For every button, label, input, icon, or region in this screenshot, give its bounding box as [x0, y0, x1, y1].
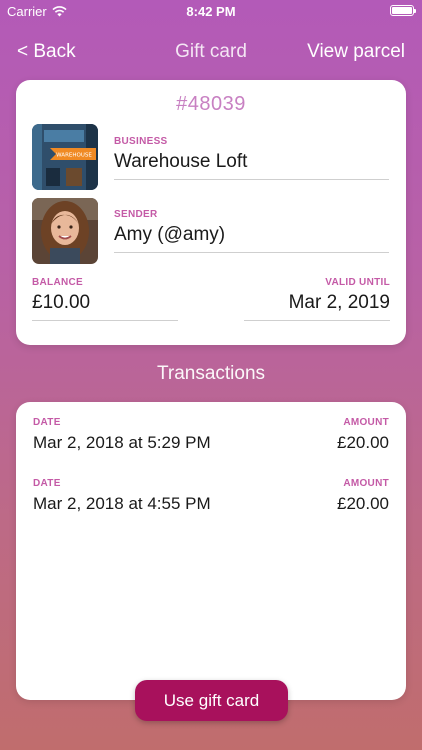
- transaction-row: DATE Mar 2, 2018 at 5:29 PM AMOUNT £20.0…: [33, 417, 389, 461]
- transaction-date-label: DATE: [33, 417, 61, 428]
- sender-field: SENDER Amy (@amy): [114, 209, 389, 253]
- transactions-title: Transactions: [156, 363, 266, 384]
- balance-label: BALANCE: [32, 277, 83, 288]
- transaction-amount: £20.00: [337, 494, 389, 513]
- business-logo: WAREHOUSE: [32, 124, 98, 190]
- transaction-date: Mar 2, 2018 at 5:29 PM: [33, 433, 211, 452]
- back-button[interactable]: < Back: [17, 41, 76, 63]
- transaction-amount: £20.00: [337, 433, 389, 452]
- transaction-date: Mar 2, 2018 at 4:55 PM: [33, 494, 211, 513]
- valid-until-value: Mar 2, 2019: [288, 292, 390, 313]
- gift-card-panel: #48039 WAREHOUSE BUSINESS Warehouse Loft: [16, 80, 406, 345]
- balance-field: BALANCE £10.00: [32, 277, 178, 321]
- gift-card-id: #48039: [176, 93, 246, 115]
- battery-icon: [390, 5, 416, 16]
- transaction-date-label: DATE: [33, 478, 61, 489]
- sender-value: Amy (@amy): [114, 224, 226, 245]
- transactions-panel: DATE Mar 2, 2018 at 5:29 PM AMOUNT £20.0…: [16, 402, 406, 700]
- status-bar: Carrier 8:42 PM: [0, 0, 422, 22]
- status-time: 8:42 PM: [186, 4, 236, 19]
- sender-label: SENDER: [114, 209, 158, 220]
- business-logo-text: WAREHOUSE: [56, 153, 92, 159]
- transaction-amount-label: AMOUNT: [343, 478, 389, 489]
- use-gift-card-button[interactable]: Use gift card: [135, 680, 288, 721]
- view-parcel-button[interactable]: View parcel: [307, 41, 405, 63]
- business-label: BUSINESS: [114, 136, 168, 147]
- valid-until-field: VALID UNTIL Mar 2, 2019: [244, 277, 390, 321]
- transaction-amount-label: AMOUNT: [343, 417, 389, 428]
- balance-value: £10.00: [32, 292, 91, 313]
- business-value: Warehouse Loft: [114, 151, 248, 172]
- valid-until-label: VALID UNTIL: [325, 277, 390, 288]
- sender-avatar: [32, 198, 98, 264]
- business-field: BUSINESS Warehouse Loft: [114, 136, 389, 180]
- navigation-bar: < Back Gift card View parcel: [0, 38, 422, 68]
- transaction-row: DATE Mar 2, 2018 at 4:55 PM AMOUNT £20.0…: [33, 478, 389, 522]
